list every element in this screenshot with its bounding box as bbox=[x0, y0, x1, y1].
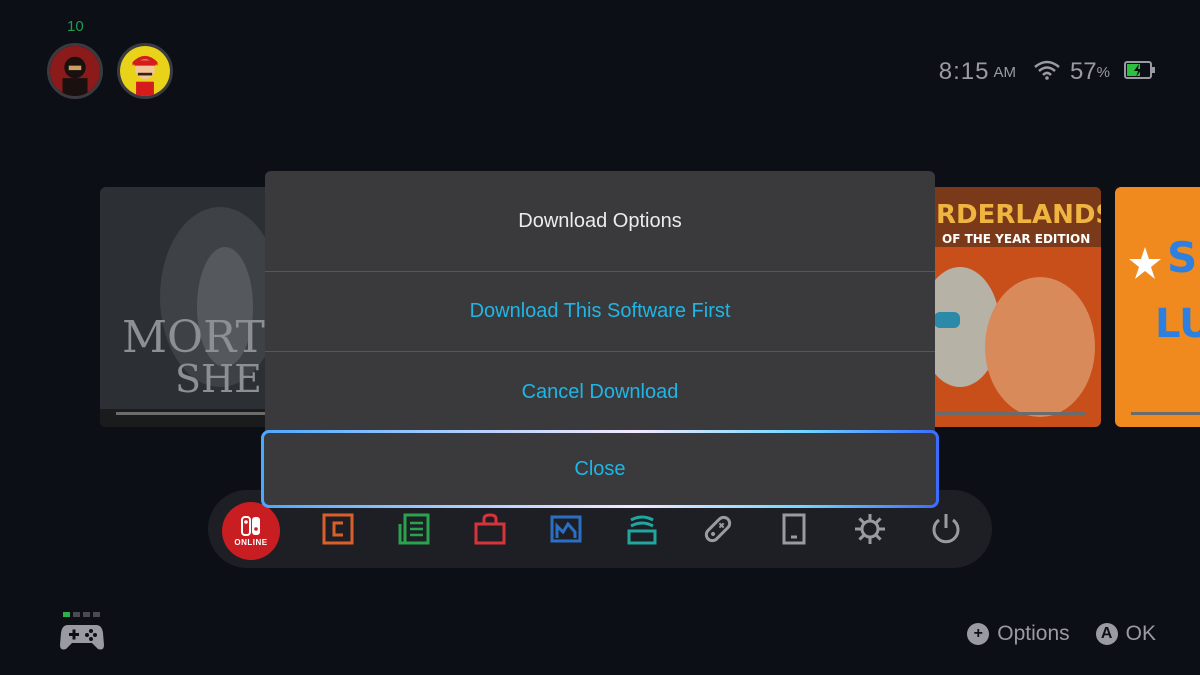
game-tile-1-progress bbox=[116, 412, 284, 415]
download-first-option[interactable]: Download This Software First bbox=[265, 272, 935, 352]
shopping-bag-icon bbox=[474, 513, 506, 545]
svg-text:LU: LU bbox=[1155, 301, 1200, 347]
notification-count: 10 bbox=[67, 18, 84, 35]
sleep-button[interactable] bbox=[921, 504, 971, 554]
battery-percent: 57 bbox=[1069, 58, 1097, 85]
album-icon bbox=[550, 515, 582, 543]
settings-button[interactable] bbox=[845, 504, 895, 554]
eshop-button[interactable] bbox=[465, 504, 515, 554]
game-tile-3-progress bbox=[1131, 412, 1200, 415]
user-avatar-1[interactable] bbox=[47, 43, 103, 99]
gamepad-icon bbox=[60, 625, 104, 650]
battery-charging-icon bbox=[1124, 60, 1156, 85]
cancel-download-option[interactable]: Cancel Download bbox=[265, 352, 935, 432]
stacked-lines-icon bbox=[627, 515, 657, 545]
user-avatar-2[interactable] bbox=[117, 43, 173, 99]
close-button-focus-ring: Close bbox=[261, 430, 939, 508]
battery-percent-sign: % bbox=[1096, 63, 1110, 81]
game-tile-2[interactable]: RDERLANDS OF THE YEAR EDITION bbox=[920, 187, 1101, 427]
svg-text:RDERLANDS: RDERLANDS bbox=[936, 200, 1101, 230]
news-feed-button[interactable] bbox=[389, 504, 439, 554]
button-hints: + Options A OK bbox=[941, 622, 1156, 646]
download-options-dialog: Download Options Download This Software … bbox=[265, 171, 935, 433]
options-hint[interactable]: + Options bbox=[967, 622, 1070, 646]
ok-hint[interactable]: A OK bbox=[1095, 622, 1156, 646]
game-tile-3[interactable]: S LU bbox=[1115, 187, 1200, 427]
joycon-button[interactable] bbox=[693, 504, 743, 554]
svg-text:SHE: SHE bbox=[175, 357, 262, 401]
svg-text:S: S bbox=[1167, 233, 1197, 282]
joycon-icon bbox=[704, 515, 732, 543]
clock-time: 8:15 bbox=[938, 58, 990, 85]
online-label: ONLINE bbox=[234, 537, 268, 547]
nintendo-online-button[interactable]: ONLINE bbox=[222, 502, 280, 560]
plus-button-icon: + bbox=[967, 623, 990, 645]
player-dots bbox=[63, 612, 104, 617]
album-button[interactable] bbox=[541, 504, 591, 554]
switch-logo-icon bbox=[241, 515, 260, 536]
a-button-icon: A bbox=[1095, 623, 1118, 645]
news-button[interactable] bbox=[313, 504, 363, 554]
tablet-icon bbox=[782, 513, 806, 545]
options-label: Options bbox=[997, 622, 1070, 645]
screen-button[interactable] bbox=[769, 504, 819, 554]
dialog-title: Download Options bbox=[265, 171, 935, 272]
svg-text:OF THE YEAR EDITION: OF THE YEAR EDITION bbox=[942, 232, 1090, 246]
wifi-icon bbox=[1034, 60, 1060, 85]
svg-text:MORT: MORT bbox=[122, 312, 265, 363]
newspaper-icon bbox=[398, 513, 430, 545]
ok-label: OK bbox=[1125, 622, 1156, 645]
power-icon bbox=[932, 514, 960, 544]
close-button[interactable]: Close bbox=[264, 433, 936, 505]
clock-ampm: AM bbox=[993, 63, 1016, 81]
status-area: 8:15 AM 57 % bbox=[939, 58, 1156, 86]
gear-icon bbox=[855, 514, 885, 544]
controller-indicator bbox=[60, 612, 104, 656]
news-icon bbox=[322, 513, 354, 545]
controllers-button[interactable] bbox=[617, 504, 667, 554]
game-tile-2-progress bbox=[936, 412, 1085, 415]
